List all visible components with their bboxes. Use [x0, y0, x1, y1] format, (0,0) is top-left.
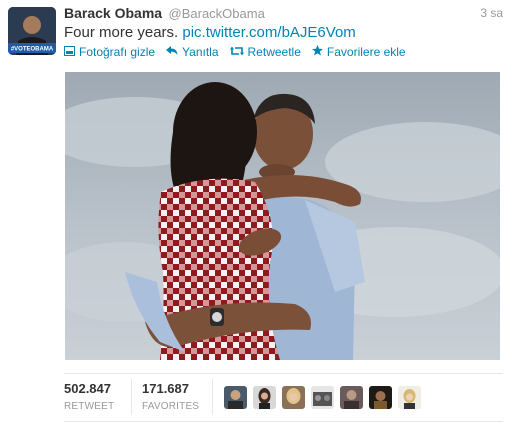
stats-separator: [131, 379, 132, 415]
favorite-button[interactable]: Favorilere ekle: [311, 45, 406, 59]
favorite-label: Favorilere ekle: [326, 45, 406, 59]
user-avatar[interactable]: [282, 386, 305, 409]
favorites-count[interactable]: 171.687 FAVORITES: [142, 381, 199, 412]
hide-photo-label: Fotoğrafı gizle: [79, 45, 156, 59]
svg-text:#VOTEOBAMA: #VOTEOBAMA: [11, 47, 54, 53]
tweet-header: Barack Obama @BarackObama 3 sa: [64, 5, 503, 23]
retweet-count-label: RETWEET: [64, 401, 115, 412]
favoriter-avatars: [224, 386, 421, 409]
user-avatar[interactable]: [398, 386, 421, 409]
tweet-photo[interactable]: [65, 72, 500, 360]
stats-divider-top: [64, 373, 503, 374]
star-icon: [311, 45, 323, 59]
reply-button[interactable]: Yanıtla: [166, 45, 219, 59]
tweet-text: Four more years. pic.twitter.com/bAJE6Vo…: [64, 24, 356, 41]
author-handle[interactable]: @BarackObama: [169, 6, 265, 21]
tweet: #VOTEOBAMA Barack Obama @BarackObama 3 s…: [0, 0, 513, 428]
retweet-count[interactable]: 502.847 RETWEET: [64, 381, 114, 412]
tweet-body: Four more years.: [64, 24, 179, 41]
favorites-count-label: FAVORITES: [142, 401, 200, 412]
hide-photo-button[interactable]: Fotoğrafı gizle: [64, 45, 155, 59]
author-avatar[interactable]: #VOTEOBAMA: [8, 7, 56, 55]
user-avatar[interactable]: [340, 386, 363, 409]
reply-label: Yanıtla: [182, 45, 219, 59]
user-avatar[interactable]: [311, 386, 334, 409]
user-avatar[interactable]: [369, 386, 392, 409]
stats-divider-bottom: [64, 421, 503, 422]
reply-icon: [166, 45, 178, 59]
photo-icon: [64, 45, 75, 59]
tweet-photo-link[interactable]: pic.twitter.com/bAJE6Vom: [182, 24, 355, 41]
stats-separator: [212, 379, 213, 415]
retweet-label: Retweetle: [247, 45, 301, 59]
tweet-actions: Fotoğrafı gizle Yanıtla Retweetle Favori…: [64, 45, 417, 59]
user-avatar[interactable]: [224, 386, 247, 409]
favorites-count-value: 171.687: [142, 381, 189, 396]
user-avatar[interactable]: [253, 386, 276, 409]
author-name[interactable]: Barack Obama: [64, 5, 162, 21]
tweet-time[interactable]: 3 sa: [480, 6, 503, 20]
retweet-icon: [229, 45, 244, 59]
retweet-count-value: 502.847: [64, 381, 111, 396]
retweet-button[interactable]: Retweetle: [229, 45, 301, 59]
